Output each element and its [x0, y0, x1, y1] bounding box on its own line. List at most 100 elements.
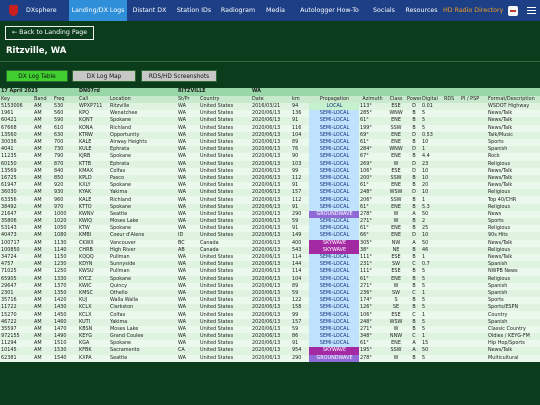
table-row[interactable]: 46722 AM 1460 KUTI Yakima WA United States 2020…	[0, 318, 540, 326]
table-row[interactable]: 11235 AM 790 KJRB Spokane WA United States 2020…	[0, 153, 540, 161]
table-row[interactable]: 71025 AM 1250 KWSU Pullman WA United States 202…	[0, 268, 540, 276]
nav-tab-radiogram[interactable]: Radiogram	[216, 0, 260, 21]
nav-tab-media[interactable]: Media	[260, 0, 291, 21]
table-row[interactable]: 4757 AM 1230 KDYN Sunnyside WA United States 20…	[0, 261, 540, 269]
propagation-badge: SKYWAVE	[309, 347, 359, 355]
table-row[interactable]: 60421 AM 590 KQNT Spokane WA United States 2020…	[0, 117, 540, 125]
dxsphere-logo-icon[interactable]	[0, 0, 26, 21]
column-header[interactable]: Call	[78, 95, 109, 103]
table-row[interactable]: 65905 AM 1330 KYCZ Spokane WA United States 202…	[0, 275, 540, 283]
table-row[interactable]: 4041 AM 730 KULE Ephrata WA United States 2020/…	[0, 146, 540, 154]
column-header[interactable]: Class	[385, 95, 406, 103]
nav-tab-resources[interactable]: Resources	[400, 0, 443, 21]
table-cell	[443, 297, 460, 305]
table-row[interactable]: 67668 AM 610 KONA Richland WA United States 202…	[0, 124, 540, 132]
table-row[interactable]: 100850 AM 1140 CHRB High River AB Canada 2020/0…	[0, 246, 540, 254]
column-header[interactable]: Azimuth	[359, 95, 385, 103]
column-header[interactable]: St/Pr	[177, 95, 199, 103]
table-cell	[460, 146, 487, 154]
table-cell: AM	[33, 239, 53, 247]
table-row[interactable]: 13560 AM 630 KTRW Opportunity WA United States…	[0, 131, 540, 139]
dx-log-table-button[interactable]: DX Log Table	[6, 70, 68, 82]
table-row[interactable]: 35597 AM 1470 KBSN Moses Lake WA United States…	[0, 325, 540, 333]
table-row[interactable]: 62381 AM 1540 KXPA Seattle WA United States 202…	[0, 354, 540, 362]
table-cell: United States	[199, 275, 251, 283]
table-cell: 840	[53, 167, 78, 175]
table-row[interactable]: 972155 AM 1490 KEYG Grand Coulee WA United Sta…	[0, 333, 540, 341]
table-cell: 149	[291, 232, 309, 240]
log-info-row: 17 April 2023 DN07rd RITZVILLE WA	[0, 88, 540, 96]
table-row[interactable]: 11722 AM 1430 KCLX Clarkston WA United States 2…	[0, 304, 540, 312]
column-header[interactable]: Power	[406, 95, 421, 103]
nav-tab-distant-dx[interactable]: Distant DX	[127, 0, 172, 21]
hamburger-menu-icon[interactable]	[523, 0, 540, 21]
table-row[interactable]: 34724 AM 1150 KQQQ Pullman WA United States 202…	[0, 253, 540, 262]
table-cell: B	[406, 182, 421, 190]
table-row[interactable]: 11294 AM 1510 KGA Spokane WA United States 2020…	[0, 340, 540, 348]
table-row[interactable]: 100717 AM 1130 CKWX Vancouver BC Canada 2020/06…	[0, 239, 540, 247]
table-row[interactable]: 53143 AM 1050 KTW Spokane WA United States 2020…	[0, 225, 540, 233]
table-cell: 2020/06/13	[251, 124, 291, 132]
column-header[interactable]: Location	[109, 95, 177, 103]
table-cell: 790	[53, 153, 78, 161]
rds-hd-screenshots-button[interactable]: RDS/HD Screenshots	[141, 70, 217, 82]
table-row[interactable]: 5153006 AM 530 WPXP711 Ritzville WA United Sta…	[0, 103, 540, 111]
table-cell: 290	[291, 354, 309, 362]
column-header[interactable]: Propagation	[309, 95, 359, 103]
table-cell: BC	[177, 239, 199, 247]
table-cell: B	[406, 268, 421, 276]
table-cell: United States	[199, 124, 251, 132]
table-row[interactable]: 60150 AM 870 KTTB Ephrata WA United States 2020…	[0, 160, 540, 168]
table-cell: KTTO	[78, 203, 109, 211]
table-row[interactable]: 1961 AM 560 KPQ Wenatchee WA United States 2020…	[0, 110, 540, 118]
back-to-landing-button[interactable]: ← Back to Landing Page	[5, 26, 94, 40]
nav-tab-socials[interactable]: Socials	[368, 0, 400, 21]
nav-tab-station-ids[interactable]: Station IDs	[172, 0, 216, 21]
table-cell: 20	[421, 182, 443, 190]
table-row[interactable]: 16725 AM 850 KPLD Pasco WA United States 2020/0…	[0, 174, 540, 183]
settings-icon[interactable]	[503, 0, 523, 21]
column-header[interactable]: Band	[33, 95, 53, 103]
nav-tab-autologger-how-to[interactable]: Autologger How-To	[291, 0, 368, 21]
column-header[interactable]: PI / PSP	[460, 95, 487, 103]
column-header[interactable]: Country	[199, 95, 251, 103]
table-cell: Vancouver	[109, 239, 177, 247]
table-row[interactable]: 35716 AM 1420 KUJ Walla Walla WA United States…	[0, 297, 540, 305]
table-row[interactable]: 61947 AM 920 KXLY Spokane WA United States 2020…	[0, 182, 540, 190]
table-row[interactable]: 30036 AM 700 KALE Airway Heights WA United Sta…	[0, 138, 540, 147]
nav-tab-hd-radio-directory[interactable]: HD Radio Directory	[443, 0, 503, 21]
nav-tab-landing-dx-logs[interactable]: Landing/DX Logs	[69, 0, 127, 21]
column-header[interactable]: km	[291, 95, 309, 103]
table-row[interactable]: 63356 AM 960 KALE Richland WA United States 202…	[0, 196, 540, 204]
table-row[interactable]: 36030 AM 930 KYAK Yakima WA United States 2020/…	[0, 189, 540, 197]
table-cell: 158	[291, 304, 309, 312]
table-cell: 1	[421, 289, 443, 298]
column-header[interactable]: Digital	[421, 95, 443, 103]
table-cell: United States	[199, 196, 251, 204]
table-row[interactable]: 15270 AM 1450 KCLX Colfax WA United States 2020…	[0, 311, 540, 319]
column-header[interactable]: Format/Description	[487, 95, 540, 103]
table-cell: CHRB	[78, 246, 109, 254]
table-row[interactable]: 35806 AM 1020 KWIQ Moses Lake WA United States…	[0, 218, 540, 226]
table-cell: Spokane	[109, 340, 177, 348]
column-header[interactable]: RDS	[443, 95, 460, 103]
table-row[interactable]: 2301 AM 1350 KMSC Othello WA United States 2020…	[0, 289, 540, 298]
table-row[interactable]: 40473 AM 1080 KMBI Coeur d'Alene ID United Sta…	[0, 232, 540, 240]
table-row[interactable]: 13569 AM 840 KMAX Colfax WA United States 2020/…	[0, 167, 540, 175]
table-cell	[443, 253, 460, 262]
table-row[interactable]: 29647 AM 1370 KWIC Quincy WA United States 2020…	[0, 282, 540, 290]
table-row[interactable]: 21647 AM 1000 KWNV Seattle WA United States 202…	[0, 210, 540, 218]
propagation-badge: SEMI-LOCAL	[309, 268, 359, 276]
column-header[interactable]: Date	[251, 95, 291, 103]
table-row[interactable]: 10145 AM 1530 KFBK Sacramento CA United States…	[0, 347, 540, 355]
table-cell: Yakima	[109, 318, 177, 326]
dx-log-map-button[interactable]: DX Log Map	[72, 70, 136, 82]
table-cell: 5	[421, 297, 443, 305]
column-header[interactable]: Key	[0, 95, 33, 103]
column-header[interactable]: Freq	[53, 95, 78, 103]
table-row[interactable]: 38492 AM 970 KTTO Spokane WA United States 2020…	[0, 203, 540, 211]
table-cell: 1020	[53, 218, 78, 226]
table-cell: 76	[291, 146, 309, 154]
nav-brand-link[interactable]: DXsphere	[26, 0, 69, 21]
table-cell: SSW	[385, 347, 406, 355]
